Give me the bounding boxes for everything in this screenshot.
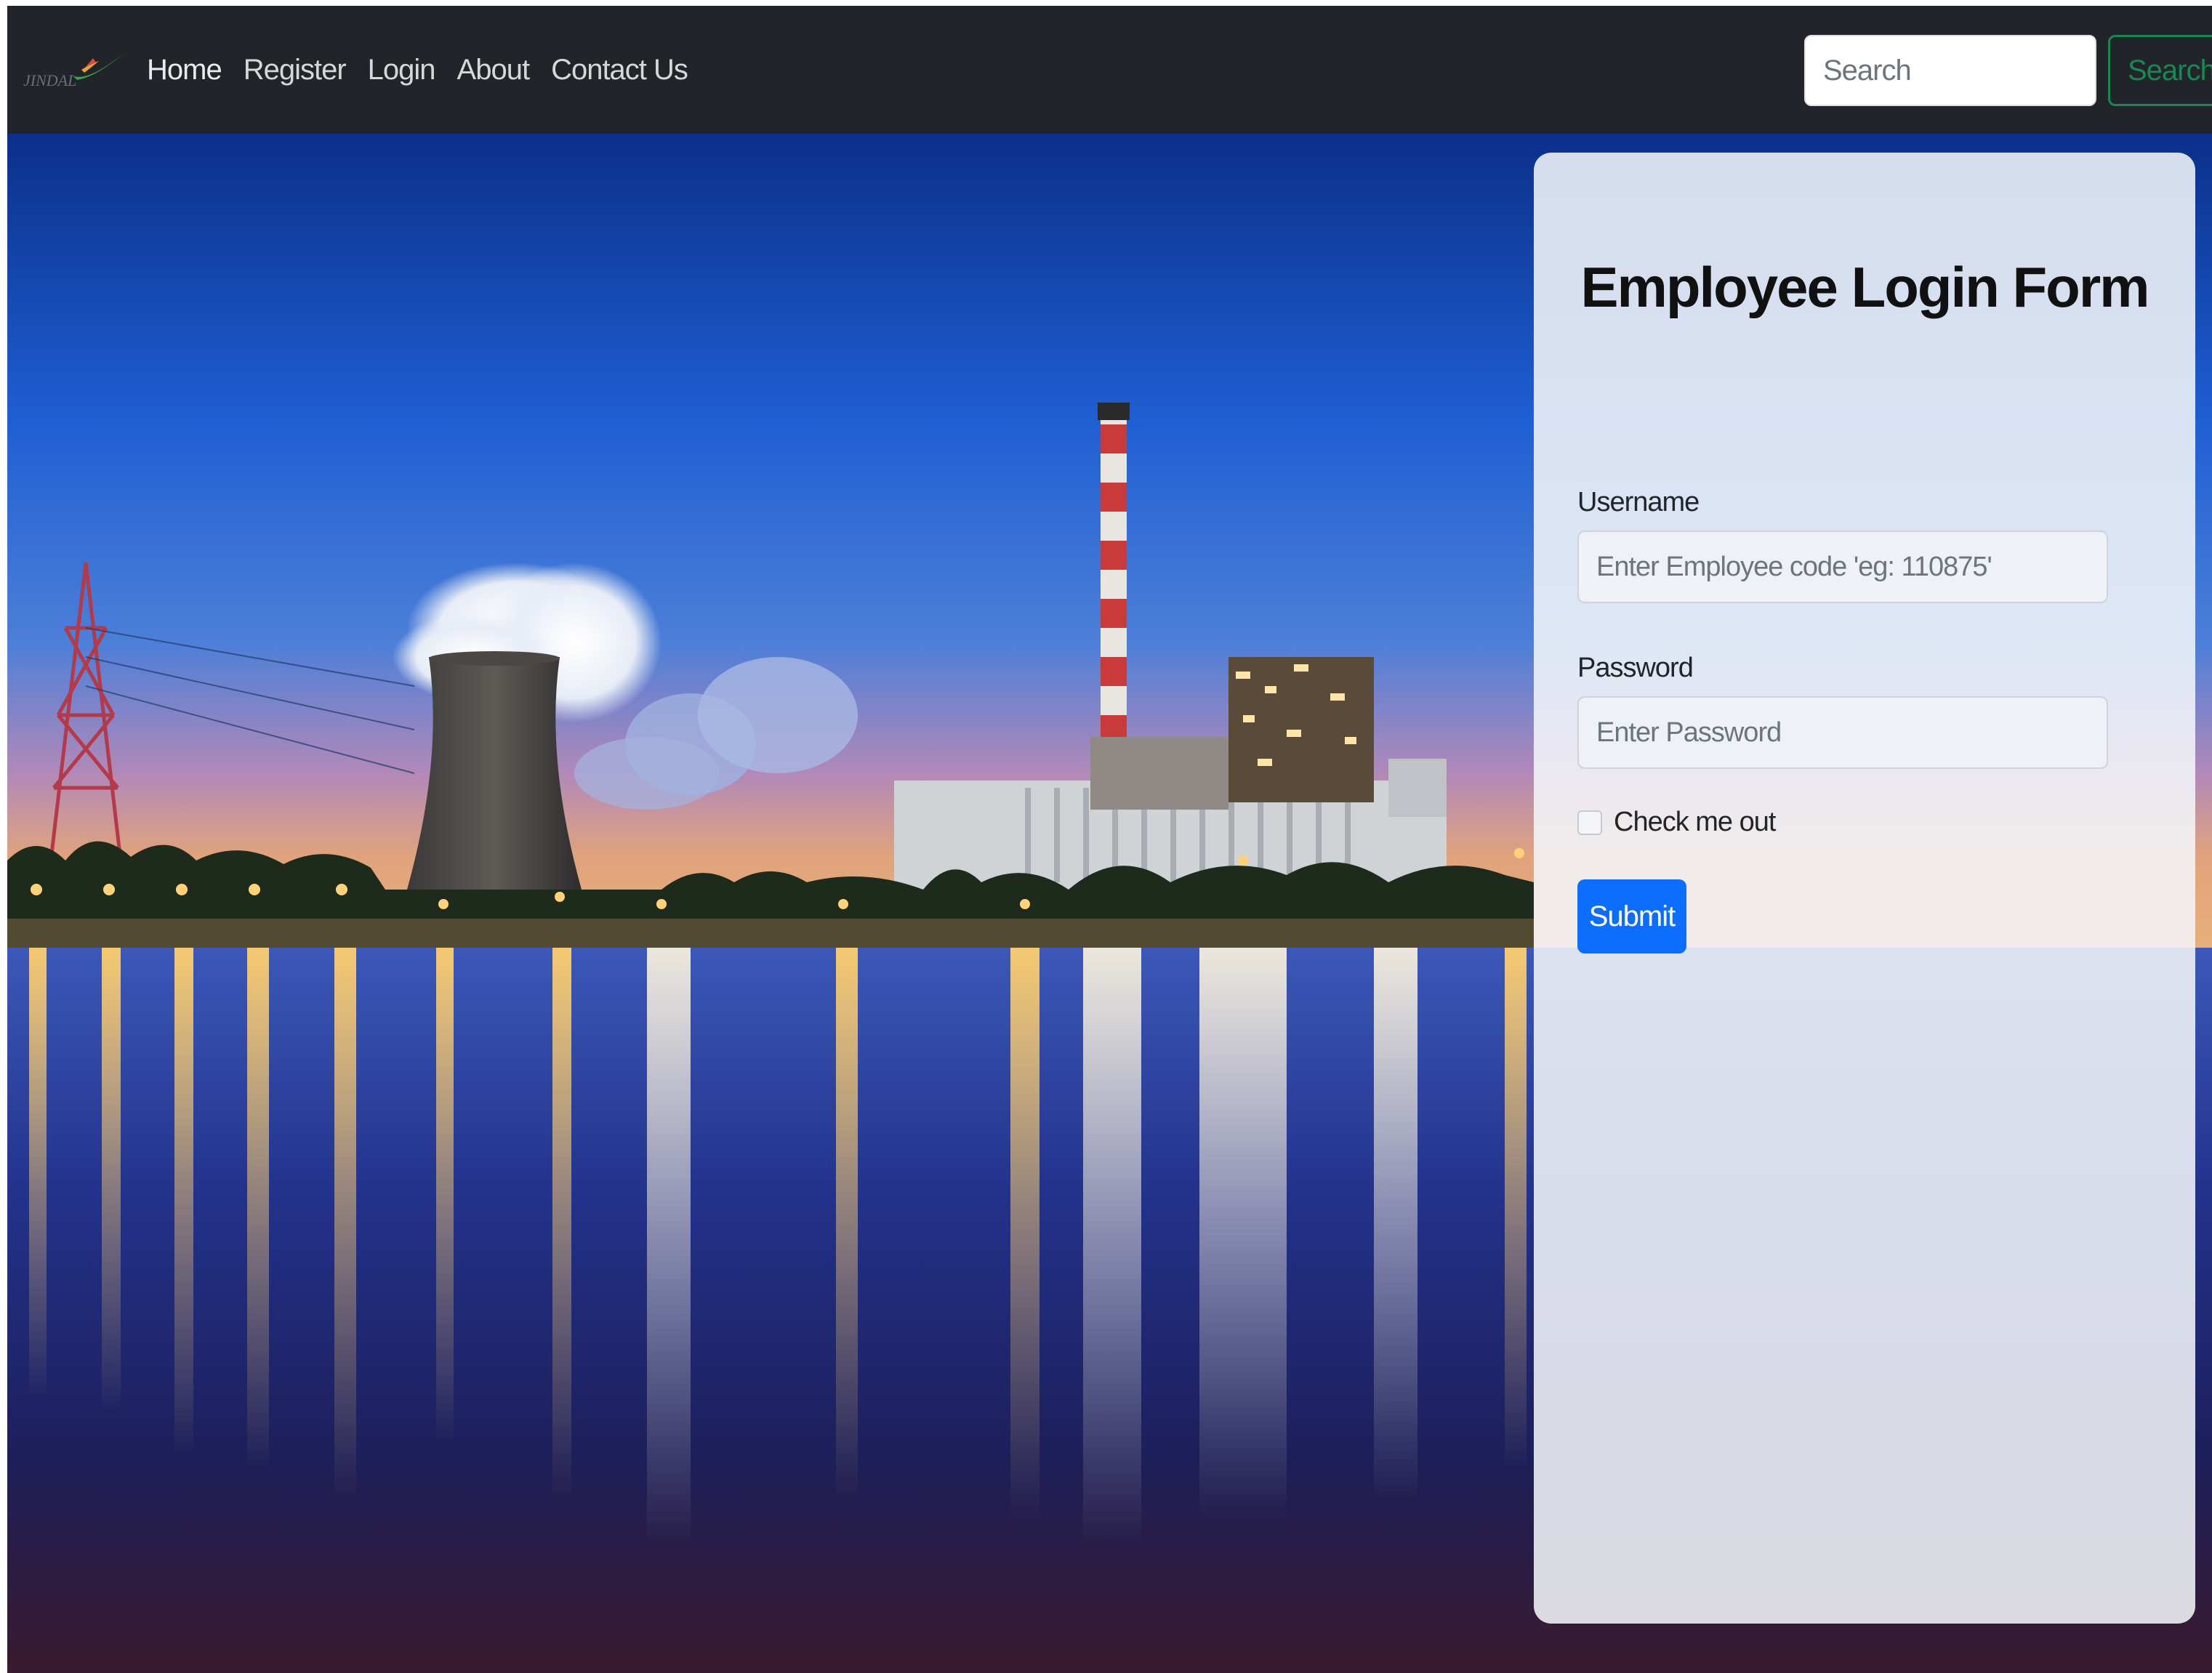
remember-label[interactable]: Check me out <box>1614 807 1776 838</box>
submit-button[interactable]: Submit <box>1577 879 1686 954</box>
search-button[interactable]: Search <box>2108 35 2212 106</box>
jindal-logo-icon: JINDAL <box>23 52 125 89</box>
nav-link-contact-us[interactable]: Contact Us <box>551 54 688 86</box>
nav-link-home[interactable]: Home <box>147 54 222 86</box>
password-label: Password <box>1577 653 1694 683</box>
remember-checkbox[interactable] <box>1577 810 1602 835</box>
page-frame: JINDAL Home Register Login About Contact… <box>7 6 2212 1673</box>
search-input[interactable] <box>1804 35 2096 106</box>
svg-text:JINDAL: JINDAL <box>23 71 76 89</box>
form-title: Employee Login Form <box>1580 255 2149 319</box>
nav-link-register[interactable]: Register <box>244 54 347 86</box>
login-card: Employee Login Form Username Password Ch… <box>1534 153 2195 1624</box>
password-input[interactable] <box>1577 696 2108 769</box>
username-input[interactable] <box>1577 531 2108 603</box>
nav-link-about[interactable]: About <box>457 54 531 86</box>
remember-row: Check me out <box>1577 807 1776 838</box>
nav-link-login[interactable]: Login <box>368 54 436 86</box>
username-label: Username <box>1577 487 1700 517</box>
top-navbar: JINDAL Home Register Login About Contact… <box>7 6 2212 134</box>
nav-links: Home Register Login About Contact Us <box>147 6 688 134</box>
brand-logo[interactable]: JINDAL <box>20 48 129 92</box>
